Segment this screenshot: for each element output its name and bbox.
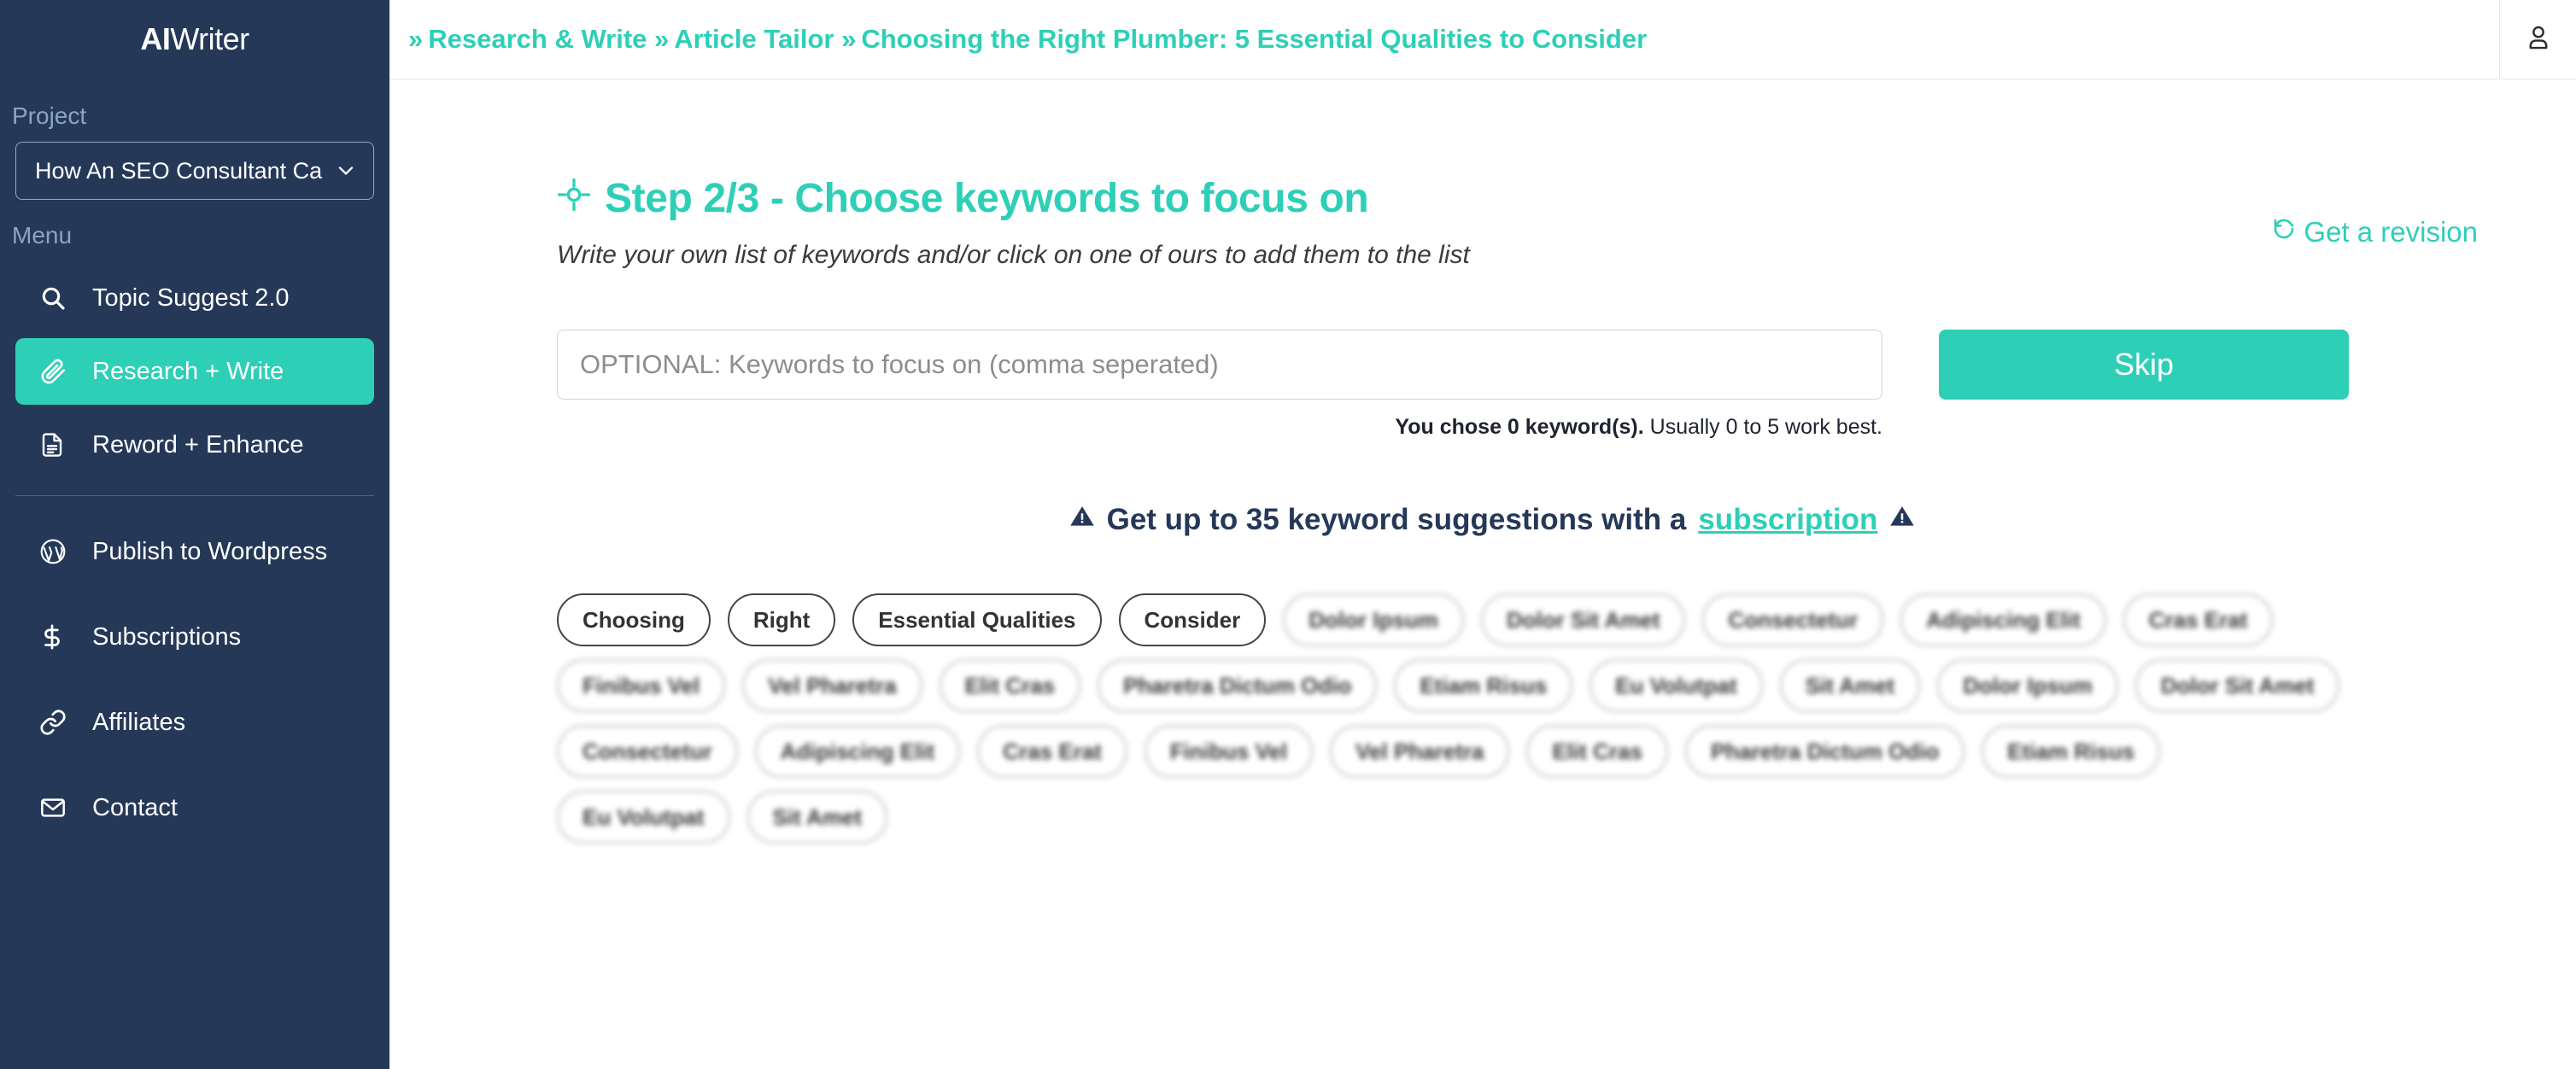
keyword-chip[interactable]: Dolor Ipsum — [1283, 593, 1464, 646]
keyword-chip[interactable]: Consectetur — [557, 725, 738, 778]
keyword-chip[interactable]: Adipiscing Elit — [754, 725, 961, 778]
keyword-chip[interactable]: Finibus Vel — [1144, 725, 1314, 778]
app-root: AI Writer Project How An SEO Consultant C… — [0, 0, 2576, 1069]
breadcrumb-item-article-tailor[interactable]: Article Tailor — [674, 24, 834, 54]
subscription-promo-text: Get up to 35 keyword suggestions with a — [1106, 503, 1687, 536]
sidebar-item-label: Contact — [92, 793, 178, 821]
sidebar-item-publish-wordpress[interactable]: Publish to Wordpress — [15, 518, 374, 585]
keyword-chip[interactable]: Consectetur — [1702, 593, 1884, 646]
brand-logo-light: Writer — [170, 21, 249, 56]
keyword-chip[interactable]: Adipiscing Elit — [1900, 593, 2106, 646]
warning-icon — [1069, 503, 1095, 537]
sidebar-divider — [15, 495, 374, 496]
keyword-count-status: You chose 0 keyword(s). Usually 0 to 5 w… — [557, 415, 1882, 440]
crosshair-icon — [557, 175, 591, 222]
keyword-chip[interactable]: Consider — [1118, 593, 1267, 646]
sidebar-item-subscriptions[interactable]: Subscriptions — [15, 604, 374, 670]
subscription-link[interactable]: subscription — [1698, 503, 1877, 537]
keyword-chip[interactable]: Essential Qualities — [852, 593, 1102, 646]
breadcrumb-separator: » — [654, 24, 670, 54]
keyword-chip[interactable]: Elit Cras — [939, 659, 1081, 712]
keyword-chip[interactable]: Right — [727, 593, 836, 646]
sidebar-item-label: Subscriptions — [92, 622, 242, 651]
sidebar-item-reword-enhance[interactable]: Reword + Enhance — [15, 412, 374, 478]
warning-icon — [1889, 503, 1915, 537]
page-title-text: Step 2/3 - Choose keywords to focus on — [605, 176, 1369, 221]
sidebar-item-label: Affiliates — [92, 708, 186, 736]
keyword-chip[interactable]: Eu Volutpat — [557, 791, 730, 844]
brand-logo[interactable]: AI Writer — [0, 0, 389, 79]
keyword-chip[interactable]: Etiam Risus — [1982, 725, 2161, 778]
keyword-chip[interactable]: Eu Volutpat — [1590, 659, 1763, 712]
sidebar-item-affiliates[interactable]: Affiliates — [15, 689, 374, 756]
link-icon — [39, 709, 73, 736]
account-menu-button[interactable] — [2499, 0, 2576, 79]
envelope-icon — [39, 794, 73, 821]
breadcrumb: » Research & Write » Article Tailor » Choos… — [389, 24, 2499, 55]
breadcrumb-item-research-write[interactable]: Research & Write — [428, 24, 647, 54]
project-select-value: How An SEO Consultant Ca — [35, 157, 323, 184]
sidebar-item-label: Reword + Enhance — [92, 430, 304, 459]
keyword-chip[interactable]: Choosing — [557, 593, 711, 646]
keywords-input[interactable] — [557, 330, 1882, 400]
get-revision-label: Get a revision — [2304, 216, 2478, 248]
document-icon — [39, 431, 73, 459]
subscription-promo: Get up to 35 keyword suggestions with a … — [557, 503, 2427, 537]
project-section-label: Project — [12, 102, 87, 129]
breadcrumb-separator: » — [841, 24, 857, 54]
sidebar-item-label: Publish to Wordpress — [92, 537, 328, 565]
sidebar-nav-primary: Topic Suggest 2.0 Research + Write Rewor… — [0, 258, 389, 478]
keyword-chip[interactable]: Pharetra Dictum Odio — [1098, 659, 1378, 712]
chevron-down-icon — [334, 159, 358, 183]
keyword-chip[interactable]: Vel Pharetra — [742, 659, 922, 712]
project-select[interactable]: How An SEO Consultant Ca — [15, 142, 374, 200]
sidebar-nav-secondary: Publish to Wordpress Subscriptions Affil… — [0, 511, 389, 841]
keyword-chip[interactable]: Sit Amet — [1779, 659, 1921, 712]
keyword-chip[interactable]: Finibus Vel — [557, 659, 726, 712]
breadcrumb-separator: » — [408, 24, 424, 54]
dollar-icon — [39, 622, 73, 651]
sidebar-item-topic-suggest[interactable]: Topic Suggest 2.0 — [15, 265, 374, 331]
search-icon — [39, 284, 73, 312]
page-title: Step 2/3 - Choose keywords to focus on — [557, 175, 2576, 222]
keyword-entry-row: Skip — [557, 330, 2576, 400]
get-revision-link[interactable]: Get a revision — [2271, 216, 2478, 248]
menu-section-label: Menu — [12, 222, 73, 248]
keyword-count-bold: You chose 0 keyword(s). — [1395, 415, 1644, 439]
undo-icon — [2271, 216, 2297, 248]
sidebar-item-research-write[interactable]: Research + Write — [15, 338, 374, 405]
content-panel: Get a revision Step 2/3 - Choose keyword… — [389, 79, 2576, 1069]
step-panel: Step 2/3 - Choose keywords to focus on W… — [389, 79, 2576, 844]
brand-logo-bold: AI — [140, 21, 171, 56]
keyword-chip[interactable]: Cras Erat — [2122, 593, 2274, 646]
keyword-chip[interactable]: Dolor Sit Amet — [1480, 593, 1686, 646]
wordpress-icon — [39, 538, 73, 565]
keyword-chip[interactable]: Dolor Sit Amet — [2134, 659, 2340, 712]
sidebar-item-label: Topic Suggest 2.0 — [92, 283, 290, 312]
topbar: » Research & Write » Article Tailor » Choos… — [389, 0, 2576, 79]
keyword-chip[interactable]: Pharetra Dictum Odio — [1684, 725, 1965, 778]
keyword-suggestion-list: Choosing Right Essential Qualities Consider… — [557, 593, 2346, 844]
skip-button-wrap: Skip — [1939, 330, 2349, 400]
sidebar-item-contact[interactable]: Contact — [15, 774, 374, 841]
keyword-chip[interactable]: Elit Cras — [1526, 725, 1668, 778]
skip-button[interactable]: Skip — [1939, 330, 2349, 400]
sidebar-item-label: Research + Write — [92, 357, 284, 385]
user-icon — [2524, 23, 2553, 56]
keyword-chip[interactable]: Sit Amet — [746, 791, 888, 844]
breadcrumb-item-article-title[interactable]: Choosing the Right Plumber: 5 Essential … — [861, 24, 1647, 54]
keyword-chip[interactable]: Dolor Ipsum — [1937, 659, 2118, 712]
keyword-chip[interactable]: Cras Erat — [977, 725, 1127, 778]
main-area: » Research & Write » Article Tailor » Choos… — [389, 0, 2576, 1069]
keyword-chip[interactable]: Vel Pharetra — [1330, 725, 1510, 778]
keyword-chip[interactable]: Etiam Risus — [1394, 659, 1573, 712]
keyword-count-hint: Usually 0 to 5 work best. — [1643, 415, 1882, 439]
paperclip-icon — [39, 358, 73, 385]
sidebar: AI Writer Project How An SEO Consultant C… — [0, 0, 389, 1069]
